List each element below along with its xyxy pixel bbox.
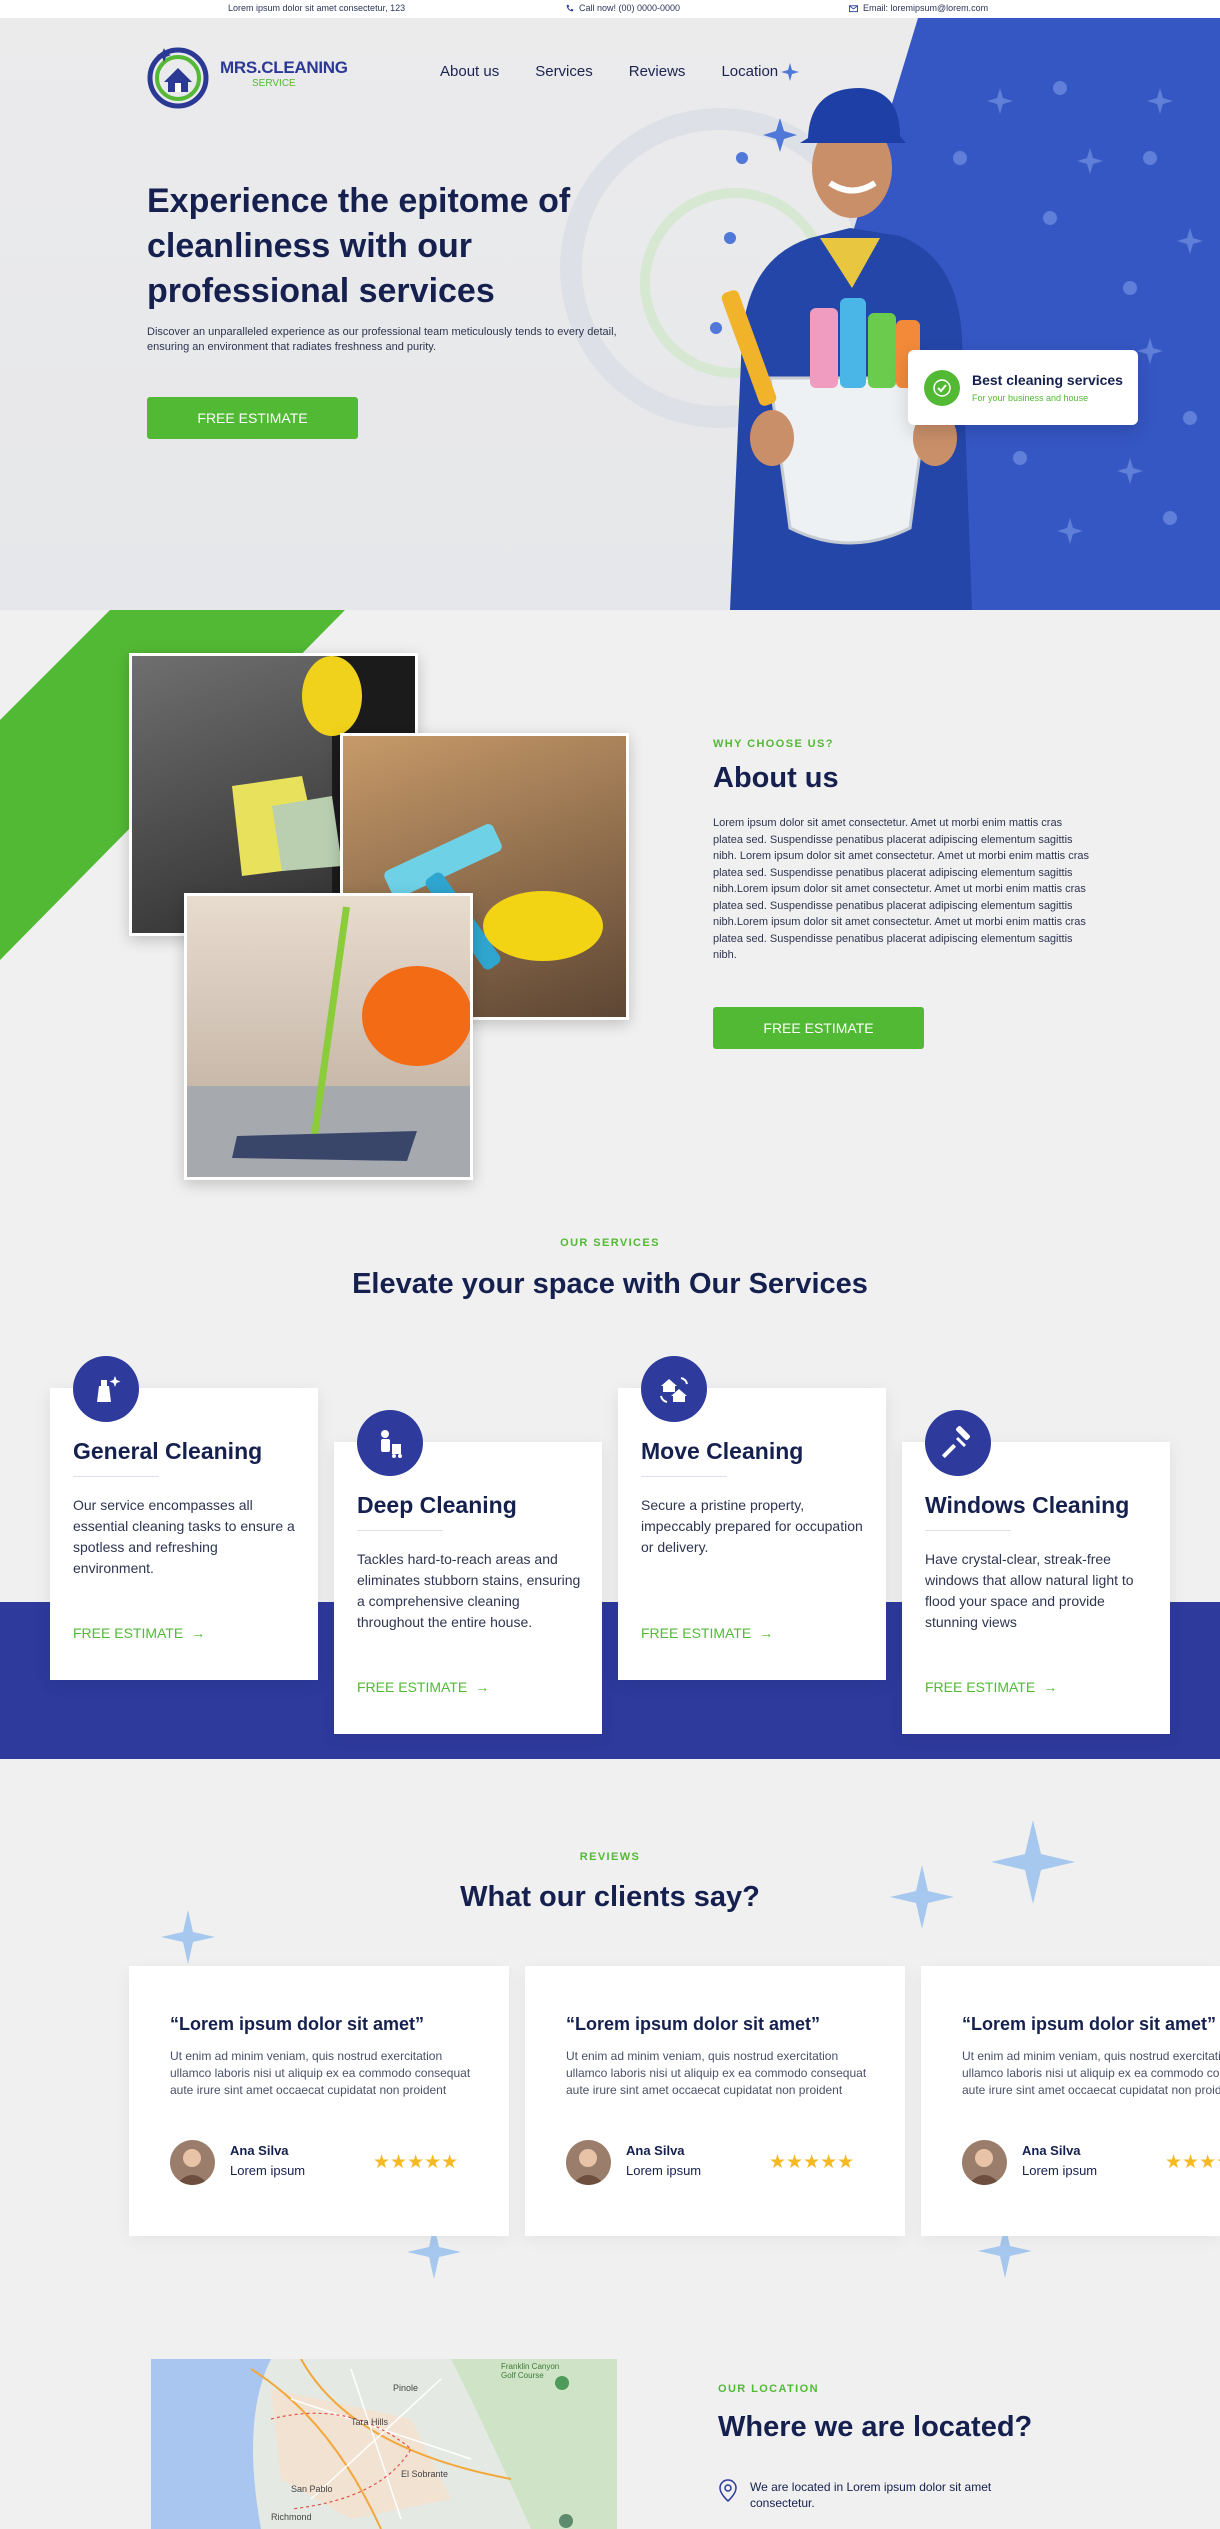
arrow-right-icon: →: [475, 1679, 490, 1695]
arrow-right-icon: →: [1043, 1679, 1058, 1695]
house-logo-icon: [147, 47, 209, 109]
badge-subtitle: For your business and house: [972, 393, 1089, 403]
service-text: Our service encompasses all essential cl…: [73, 1497, 295, 1576]
reviewer-role: Lorem ipsum: [230, 2163, 306, 2178]
sparkle-spray-icon: [73, 1356, 139, 1422]
avatar: [170, 2140, 215, 2185]
review-text: Ut enim ad minim veniam, quis nostrud ex…: [566, 2049, 867, 2097]
reviews-eyebrow: REVIEWS: [579, 1851, 641, 1863]
service-title: Deep Cleaning: [357, 1492, 517, 1518]
map-label: Franklin Canyon Golf Course: [501, 2362, 560, 2380]
topbar-email[interactable]: Email: loremipsum@lorem.com: [849, 3, 988, 13]
arrow-right-icon: →: [759, 1625, 774, 1641]
nav-about[interactable]: About us: [440, 63, 499, 80]
map-label: San Pablo: [291, 2484, 333, 2494]
avatar: [962, 2140, 1007, 2185]
review-card: “Lorem ipsum dolor sit amet” Ut enim ad …: [129, 1966, 509, 2236]
reviewer-role: Lorem ipsum: [1022, 2163, 1098, 2178]
service-title: Windows Cleaning: [925, 1492, 1130, 1518]
services-title: Elevate your space with Our Services: [352, 1268, 868, 1300]
avatar: [566, 2140, 611, 2185]
map-label: El Sobrante: [401, 2469, 449, 2479]
service-title: Move Cleaning: [641, 1438, 804, 1464]
house-swap-icon: [641, 1356, 707, 1422]
review-card: “Lorem ipsum dolor sit amet” Ut enim ad …: [921, 1966, 1220, 2236]
hero-subtitle: Discover an unparalleled experience as o…: [147, 326, 617, 353]
service-text: Secure a pristine property, impeccably p…: [641, 1497, 863, 1555]
hero-title: Experience the epitome of cleanliness wi…: [147, 182, 571, 310]
reviewer-name: Ana Silva: [1022, 2143, 1081, 2158]
review-text: Ut enim ad minim veniam, quis nostrud ex…: [962, 2049, 1220, 2097]
service-free-estimate-link[interactable]: FREE ESTIMATE →: [357, 1679, 489, 1695]
nav-services[interactable]: Services: [535, 63, 593, 80]
topbar-address: Lorem ipsum dolor sit amet consectetur, …: [228, 3, 406, 13]
topbar-phone[interactable]: Call now! (00) 0000-0000: [565, 3, 680, 13]
services-eyebrow: OUR SERVICES: [560, 1237, 660, 1249]
map-label: Tara Hills: [351, 2417, 389, 2427]
nav-location[interactable]: Location: [721, 63, 778, 80]
star-rating: ★★★★★: [769, 2151, 854, 2174]
about-free-estimate-button[interactable]: FREE ESTIMATE: [713, 1007, 924, 1049]
check-icon: [924, 369, 960, 406]
service-card-move: Move Cleaning Secure a pristine property…: [618, 1356, 886, 1680]
main-nav: About us Services Reviews Location: [440, 63, 778, 80]
nav-reviews[interactable]: Reviews: [629, 63, 686, 80]
star-icon: ★★★★★: [373, 2152, 459, 2173]
location-eyebrow: OUR LOCATION: [718, 2383, 819, 2395]
review-quote: “Lorem ipsum dolor sit amet”: [170, 2014, 425, 2034]
review-quote: “Lorem ipsum dolor sit amet”: [962, 2014, 1217, 2034]
reviewer-name: Ana Silva: [230, 2143, 289, 2158]
top-info-bar: Lorem ipsum dolor sit amet consectetur, …: [0, 0, 1220, 18]
location-address: We are located in Lorem ipsum dolor sit …: [718, 2479, 1010, 2511]
review-quote: “Lorem ipsum dolor sit amet”: [566, 2014, 821, 2034]
service-free-estimate-link[interactable]: FREE ESTIMATE →: [73, 1625, 205, 1641]
cleaner-cart-icon: [357, 1410, 423, 1476]
about-title: About us: [713, 762, 839, 794]
map-pin-icon: [719, 2479, 737, 2502]
reviewer-role: Lorem ipsum: [626, 2163, 702, 2178]
phone-icon: [566, 4, 574, 11]
reviews-title: What our clients say?: [460, 1881, 760, 1913]
service-text: Have crystal-clear, streak-free windows …: [925, 1551, 1134, 1630]
service-card-windows: Windows Cleaning Have crystal-clear, str…: [902, 1410, 1170, 1734]
reviewer-name: Ana Silva: [626, 2143, 685, 2158]
best-service-badge: Best cleaning services For your business…: [908, 350, 1138, 425]
location-title: Where we are located?: [718, 2411, 1033, 2443]
about-text: Lorem ipsum dolor sit amet consectetur. …: [713, 817, 1089, 961]
about-photo-mop: [184, 893, 473, 1180]
star-rating: ★★★★★: [1165, 2151, 1220, 2174]
location-map[interactable]: Pinole Franklin Canyon Golf Course Tara …: [151, 2359, 617, 2529]
service-text: Tackles hard-to-reach areas and eliminat…: [357, 1551, 581, 1630]
service-free-estimate-link[interactable]: FREE ESTIMATE →: [925, 1679, 1057, 1695]
logo-name: MRS.CLEANING: [220, 58, 348, 77]
mail-icon: [849, 4, 858, 12]
star-icon: ★★★★★: [769, 2152, 855, 2173]
logo-tagline: SERVICE: [252, 78, 296, 89]
review-text: Ut enim ad minim veniam, quis nostrud ex…: [170, 2049, 471, 2097]
service-card-deep: Deep Cleaning Tackles hard-to-reach area…: [334, 1410, 602, 1734]
review-card: “Lorem ipsum dolor sit amet” Ut enim ad …: [525, 1966, 905, 2236]
service-title: General Cleaning: [73, 1438, 263, 1464]
star-icon: ★★★★★: [1165, 2152, 1220, 2173]
badge-title: Best cleaning services: [972, 372, 1123, 388]
about-eyebrow: WHY CHOOSE US?: [713, 738, 834, 750]
squeegee-icon: [925, 1410, 991, 1476]
hero-free-estimate-button[interactable]: FREE ESTIMATE: [147, 397, 358, 439]
service-free-estimate-link[interactable]: FREE ESTIMATE →: [641, 1625, 773, 1641]
map-label: Richmond: [271, 2512, 312, 2522]
service-card-general: General Cleaning Our service encompasses…: [50, 1356, 318, 1680]
cleaner-person-photo: [710, 63, 972, 610]
arrow-right-icon: →: [191, 1625, 206, 1641]
hero-section: MRS.CLEANING SERVICE About us Services R…: [0, 18, 1220, 610]
map-label: Pinole: [393, 2383, 419, 2393]
star-rating: ★★★★★: [373, 2151, 458, 2174]
brand-logo[interactable]: MRS.CLEANING SERVICE: [142, 38, 348, 110]
